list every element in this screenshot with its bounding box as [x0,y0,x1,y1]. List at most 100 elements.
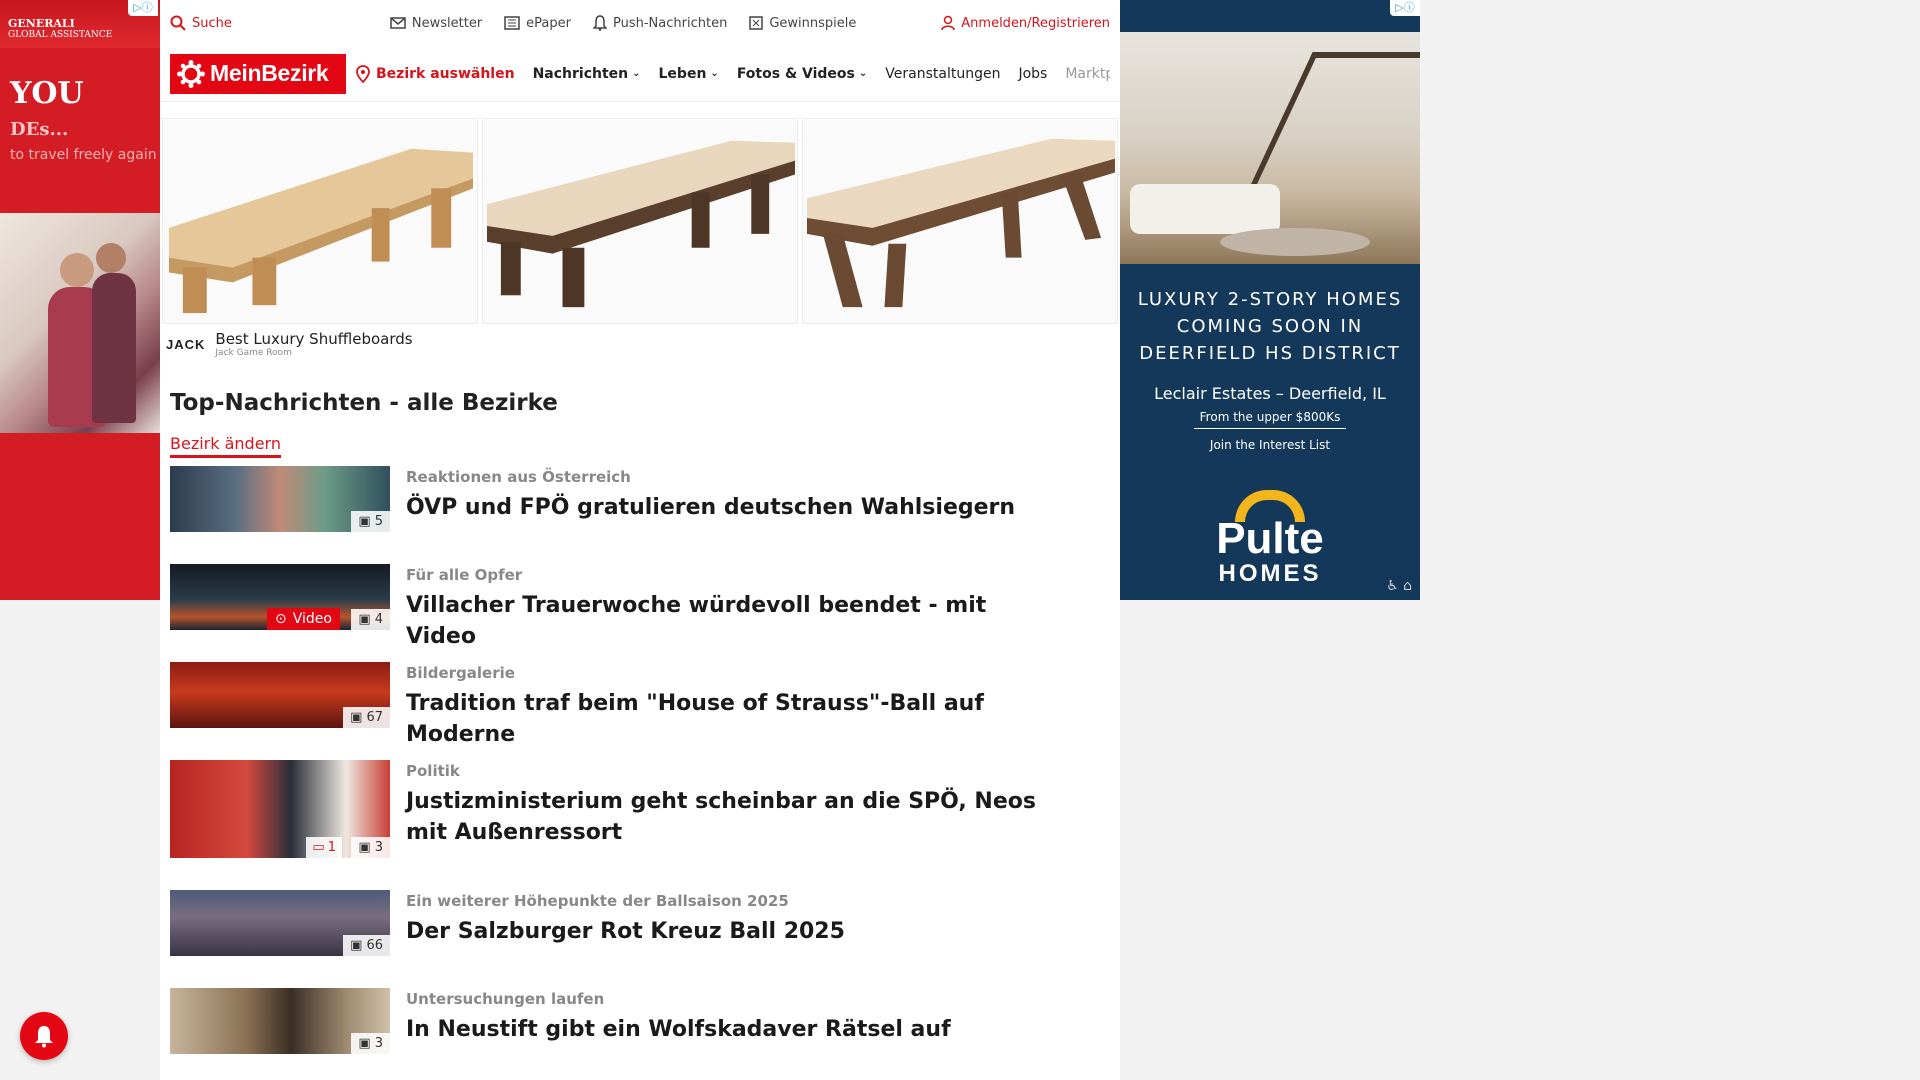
news-kicker: Für alle Opfer [406,566,523,584]
news-thumbnail[interactable]: ⊙ Video ▣ 4 [170,564,390,630]
left-skyscraper-ad[interactable]: GENERALI GLOBAL ASSISTANCE YOU DEs... to… [0,0,160,600]
nav-item-marktplatz[interactable]: Marktplatz [1065,66,1110,82]
nav-item-jobs[interactable]: Jobs [1018,66,1047,82]
district-label: Bezirk auswählen [376,65,515,82]
newsletter-link[interactable]: Newsletter [390,16,482,31]
push-link[interactable]: Push-Nachrichten [593,15,727,31]
ad-headline: LUXURY 2-STORY HOMES COMING SOON IN DEER… [1137,289,1403,364]
photo-count-badge: ▣ 3 [351,1033,390,1054]
push-label: Push-Nachrichten [613,15,728,31]
play-icon: ⊙ [275,611,287,627]
news-item[interactable]: ▣ 66 Ein weiterer Höhepunkte der Ballsais… [170,890,1110,988]
news-item[interactable]: ▣ 3 Untersuchungen laufen In Neustift gib… [170,988,1110,1080]
right-pulte-ad[interactable]: ▷ⓘ LUXURY 2-STORY HOMES COMING SOON IN D… [1120,0,1420,600]
image-icon: ▣ [358,612,371,627]
photo-count-badge: ▣ 66 [343,935,390,956]
photo-count-badge: ▣ 3 [351,837,390,858]
location-pin-icon [356,64,370,83]
image-icon: ▣ [350,710,363,725]
ad-couple-photo [0,213,160,433]
nav-item-leben[interactable]: Leben ⌄ [659,66,719,82]
news-headline[interactable]: Villacher Trauerwoche würdevoll beendet … [406,590,1046,652]
shuffleboard-image-light[interactable] [162,118,478,324]
meinbezirk-logo[interactable]: MeinBezirk [170,53,346,94]
news-thumbnail[interactable]: ▭ 1 ▣ 3 [170,760,390,858]
gewinnspiele-link[interactable]: Gewinnspiele [749,16,856,31]
photo-count-badge: ▣ 67 [343,707,390,728]
news-thumbnail[interactable]: ▣ 3 [170,988,390,1054]
epaper-label: ePaper [526,15,571,31]
news-kicker: Untersuchungen laufen [406,990,605,1008]
news-thumbnail[interactable]: ▣ 67 [170,662,390,728]
main-navigation: MeinBezirk Bezirk auswählen Nachrichten ⌄… [160,46,1120,102]
news-kicker: Reaktionen aus Österreich [406,468,631,486]
video-badge[interactable]: ⊙ Video [267,608,340,630]
ad-interest-link[interactable]: Join the Interest List [1120,438,1420,452]
epaper-link[interactable]: ePaper [504,16,571,31]
news-item[interactable]: ▣ 5 Reaktionen aus Österreich ÖVP und FPÖ… [170,466,1110,564]
ad-mid-text: DEs... [10,119,69,140]
news-thumbnail[interactable]: ▣ 66 [170,890,390,956]
comment-count-badge[interactable]: ▭ 1 [306,837,342,858]
search-link[interactable]: Suche [170,15,232,31]
logo-text: MeinBezirk [210,60,329,86]
news-thumbnail[interactable]: ▣ 5 [170,466,390,532]
news-headline[interactable]: Der Salzburger Rot Kreuz Ball 2025 [406,916,845,947]
news-headline[interactable]: In Neustift gibt ein Wolfskadaver Rätsel… [406,1014,951,1045]
news-item[interactable]: ⊙ Video ▣ 4 Für alle Opfer Villacher Traue… [170,564,1110,662]
news-item[interactable]: ▭ 1 ▣ 3 Politik Justizministerium geht sch… [170,760,1110,890]
news-kicker: Politik [406,762,460,780]
shuffleboard-image-walnut[interactable] [802,118,1118,324]
news-headline[interactable]: Tradition traf beim "House of Strauss"-B… [406,688,1046,750]
main-content: Suche Newsletter ePaper Push-Nachrichten… [160,0,1120,1080]
news-headline[interactable]: ÖVP und FPÖ gratulieren deutschen Wahlsi… [406,492,1015,523]
utility-bar: Suche Newsletter ePaper Push-Nachrichten… [160,0,1120,46]
image-icon: ▣ [350,938,363,953]
nav-items: Nachrichten ⌄ Leben ⌄ Fotos & Videos ⌄ Vera… [533,66,1110,82]
gift-icon [749,16,764,30]
news-headline[interactable]: Justizministerium geht scheinbar an die … [406,786,1046,848]
jack-game-room-logo: JACK [166,336,206,352]
accessibility-housing-icons: ♿ ⌂ [1386,578,1412,594]
nav-item-nachrichten[interactable]: Nachrichten ⌄ [533,66,641,82]
photo-count-badge: ▣ 4 [351,609,390,630]
comment-icon: ▭ [312,840,325,855]
shuffle-ad-title[interactable]: Best Luxury Shuffleboards [215,330,412,348]
login-label: Anmelden/Registrieren [961,15,1110,31]
pulte-homes-logo: Pulte HOMES [1120,490,1420,586]
shuffleboard-image-dark[interactable] [482,118,798,324]
shuffle-ad-sub: Jack Game Room [215,348,292,358]
search-icon [170,15,186,31]
nav-item-fotos-videos[interactable]: Fotos & Videos ⌄ [737,66,867,82]
chevron-down-icon: ⌄ [632,68,641,79]
adchoices-icon[interactable]: ▷ⓘ [1390,0,1420,16]
interior-photo [1120,32,1420,264]
image-icon: ▣ [358,1036,371,1051]
login-link[interactable]: Anmelden/Registrieren [941,15,1110,31]
newsletter-label: Newsletter [411,15,483,31]
user-icon [941,15,956,31]
newspaper-icon [504,16,520,30]
shuffleboard-ad[interactable]: ▷ⓘ [162,118,1118,368]
change-district-link[interactable]: Bezirk ändern [170,434,281,458]
nav-item-veranstaltungen[interactable]: Veranstaltungen [885,66,1000,82]
image-icon: ▣ [358,840,371,855]
news-kicker: Bildergalerie [406,664,515,682]
photo-count-badge: ▣ 5 [351,511,390,532]
news-list: ▣ 5 Reaktionen aus Österreich ÖVP und FPÖ… [170,466,1110,1080]
bell-icon [593,15,607,31]
ad-small-text: to travel freely again [10,147,157,163]
ad-estate: Leclair Estates – Deerfield, IL [1154,384,1386,403]
bell-icon [35,1026,53,1048]
mail-icon [390,17,406,29]
notification-bell-button[interactable] [20,1012,68,1060]
image-icon: ▣ [358,514,371,529]
news-item[interactable]: ▣ 67 Bildergalerie Tradition traf beim "H… [170,662,1110,760]
search-label: Suche [192,15,232,31]
sun-logo-icon [177,59,205,88]
gewinnspiele-label: Gewinnspiele [769,15,857,31]
adchoices-icon[interactable]: ▷ⓘ [128,0,158,16]
chevron-down-icon: ⌄ [858,68,868,79]
section-title: Top-Nachrichten - alle Bezirke [170,390,558,416]
district-selector[interactable]: Bezirk auswählen [356,64,515,83]
